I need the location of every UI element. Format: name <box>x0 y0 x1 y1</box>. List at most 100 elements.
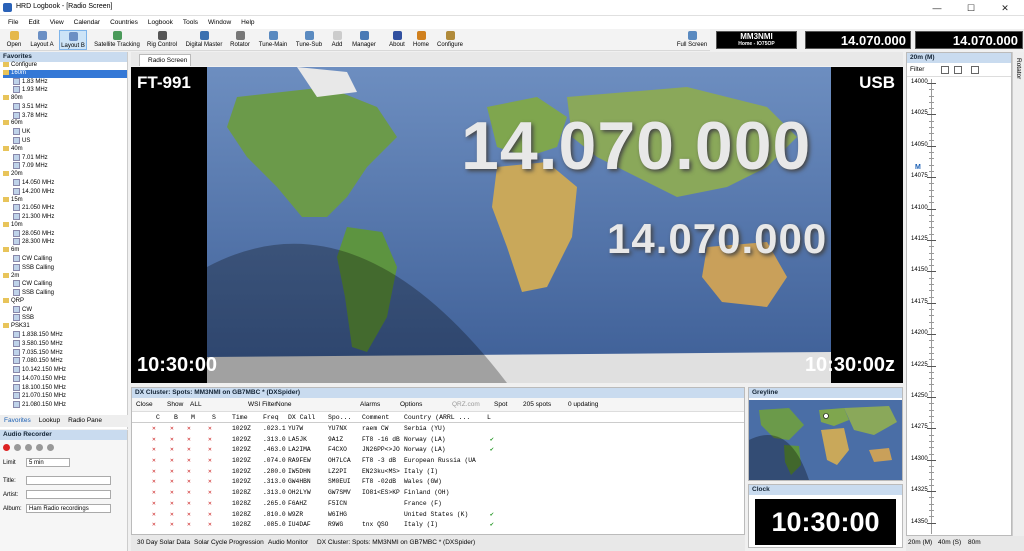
menu-item-edit[interactable]: Edit <box>28 19 39 26</box>
dx-column-header[interactable]: M <box>191 414 195 421</box>
favorite-folder[interactable]: 6m <box>3 247 127 255</box>
close-spots-button[interactable]: Close <box>136 401 153 408</box>
favorite-frequency[interactable]: 7.080.150 MHz <box>3 357 127 366</box>
menu-item-file[interactable]: File <box>8 19 18 26</box>
favorite-folder[interactable]: 2m <box>3 273 127 281</box>
dx-spot-row[interactable]: ✕ ✕ ✕ ✕ 1029Z .313.0 GW4HBN SM0EUI FT8 -02dB Wale… <box>132 476 744 487</box>
show-filter-select[interactable]: ALL <box>190 401 202 408</box>
rotator-button[interactable]: Rotator <box>227 30 253 50</box>
artist-input[interactable] <box>26 490 111 499</box>
favorite-frequency[interactable]: 28.300 MHz <box>3 238 127 247</box>
digital-master-button[interactable]: Digital Master <box>183 30 225 50</box>
limit-select[interactable]: 5 min <box>26 458 70 467</box>
tab-band-0[interactable]: 20m (M) <box>908 539 932 546</box>
favorite-folder[interactable]: 10m <box>3 222 127 230</box>
tab-favorites[interactable]: Favorites <box>4 415 31 427</box>
layout-b-button[interactable]: Layout B <box>59 30 87 50</box>
favorite-frequency[interactable]: 1.838.150 MHz <box>3 331 127 340</box>
rotator-side-tab[interactable]: Rotator <box>1012 52 1024 536</box>
maximize-button[interactable]: ☐ <box>954 0 988 16</box>
band-filter-button[interactable]: Filter <box>910 66 924 73</box>
bottom-tab-1[interactable]: Solar Cycle Progression <box>194 539 264 546</box>
configure-button[interactable]: Configure <box>434 30 466 50</box>
dx-column-header[interactable]: C <box>156 414 160 421</box>
bottom-tab-0[interactable]: 30 Day Solar Data <box>137 539 190 546</box>
zoom-icon[interactable] <box>941 66 949 74</box>
show-menu[interactable]: Show <box>167 401 183 408</box>
dx-column-header[interactable]: Freq <box>263 414 279 421</box>
bottom-tab-3[interactable]: DX Cluster: Spots: MM3NMI on GB7MBC * (D… <box>317 539 475 546</box>
favorite-frequency[interactable]: 7.09 MHz <box>3 162 127 171</box>
spot-button[interactable]: Spot <box>494 401 507 408</box>
menu-item-view[interactable]: View <box>50 19 64 26</box>
manager-button[interactable]: Manager <box>348 30 380 50</box>
favorite-frequency[interactable]: 18.100.150 MHz <box>3 384 127 393</box>
crop-icon[interactable] <box>954 66 962 74</box>
favorite-folder[interactable]: 20m <box>3 171 127 179</box>
full-screen-button[interactable]: Full Screen <box>674 30 710 50</box>
favorite-frequency[interactable]: 3.580.150 MHz <box>3 340 127 349</box>
favorite-folder[interactable]: 160m <box>3 69 127 78</box>
favorite-frequency[interactable]: 3.78 MHz <box>3 112 127 121</box>
favorite-frequency[interactable]: US <box>3 137 127 146</box>
add-button[interactable]: Add <box>330 30 344 50</box>
dx-column-header[interactable]: Time <box>232 414 248 421</box>
dx-spot-row[interactable]: ✕ ✕ ✕ ✕ 1029Z .463.0 LA2IMA F4CXO JN26PP<>JO Norw… <box>132 444 744 455</box>
minimize-button[interactable]: — <box>920 0 954 16</box>
dx-column-header[interactable]: S <box>212 414 216 421</box>
favorite-frequency[interactable]: 1.83 MHz <box>3 78 127 87</box>
rig-control-button[interactable]: Rig Control <box>144 30 180 50</box>
close-button[interactable]: ✕ <box>988 0 1022 16</box>
menu-item-logbook[interactable]: Logbook <box>148 19 173 26</box>
dx-spot-row[interactable]: ✕ ✕ ✕ ✕ 1029Z .313.0 LA5JK 9A1Z FT8 -16 dB Norway… <box>132 434 744 445</box>
stop-icon[interactable] <box>14 444 21 451</box>
favorite-frequency[interactable]: 14.050 MHz <box>3 179 127 188</box>
favorite-frequency[interactable]: 21.300 MHz <box>3 213 127 222</box>
tune-sub-button[interactable]: Tune-Sub <box>292 30 326 50</box>
favorite-frequency[interactable]: CW Calling <box>3 280 127 289</box>
open-button[interactable]: Open <box>4 30 24 50</box>
favorite-frequency[interactable]: 21.050 MHz <box>3 204 127 213</box>
about-button[interactable]: About <box>386 30 408 50</box>
favorite-folder[interactable]: QRP <box>3 298 127 306</box>
dx-spot-row[interactable]: ✕ ✕ ✕ ✕ 1028Z .313.0 OH2LYW GW7SMV IO81<ES>KP Fin… <box>132 487 744 498</box>
tab-band-1[interactable]: 40m (S) <box>938 539 961 546</box>
bottom-tab-2[interactable]: Audio Monitor <box>268 539 308 546</box>
favorite-frequency[interactable]: SSB Calling <box>3 264 127 273</box>
favorite-folder[interactable]: 40m <box>3 146 127 154</box>
favorite-folder[interactable]: PSK31 <box>3 323 127 331</box>
dx-spot-row[interactable]: ✕ ✕ ✕ ✕ 1028Z .810.0 W9ZR W6IHG United States (K… <box>132 509 744 520</box>
favorite-frequency[interactable]: 7.035.150 MHz <box>3 349 127 358</box>
dx-column-header[interactable]: L <box>487 414 491 421</box>
home-button[interactable]: Home <box>410 30 432 50</box>
play-icon[interactable] <box>25 444 32 451</box>
favorite-frequency[interactable]: SSB <box>3 314 127 323</box>
qrz-button[interactable]: QRZ.com <box>452 401 480 408</box>
favorite-folder[interactable]: Configure <box>3 62 127 70</box>
favorite-frequency[interactable]: 3.51 MHz <box>3 103 127 112</box>
favorite-frequency[interactable]: 14.200 MHz <box>3 188 127 197</box>
favorite-frequency[interactable]: SSB Calling <box>3 289 127 298</box>
menu-item-countries[interactable]: Countries <box>110 19 138 26</box>
settings-icon[interactable] <box>971 66 979 74</box>
favorite-frequency[interactable]: 14.070.150 MHz <box>3 375 127 384</box>
favorite-frequency[interactable]: 10.142.150 MHz <box>3 366 127 375</box>
options-button[interactable]: Options <box>400 401 422 408</box>
favorite-frequency[interactable]: 1.93 MHz <box>3 86 127 95</box>
pause-icon[interactable] <box>36 444 43 451</box>
alarms-button[interactable]: Alarms <box>360 401 380 408</box>
wsi-filter-select[interactable]: None <box>276 401 292 408</box>
dx-spot-row[interactable]: ✕ ✕ ✕ ✕ 1029Z .023.1 YU7W YU7NX raem CW Serbia (Y… <box>132 423 744 434</box>
menu-item-window[interactable]: Window <box>208 19 231 26</box>
favorite-folder[interactable]: 15m <box>3 197 127 205</box>
tab-band-2[interactable]: 80m <box>968 539 981 546</box>
favorite-frequency[interactable]: UK <box>3 128 127 137</box>
favorite-folder[interactable]: 80m <box>3 95 127 103</box>
menu-item-calendar[interactable]: Calendar <box>74 19 100 26</box>
menu-item-tools[interactable]: Tools <box>183 19 198 26</box>
favorite-frequency[interactable]: CW <box>3 306 127 315</box>
tab-lookup[interactable]: Lookup <box>39 415 60 427</box>
satellite-tracking-button[interactable]: Satellite Tracking <box>92 30 142 50</box>
dx-spot-row[interactable]: ✕ ✕ ✕ ✕ 1029Z .280.0 IW5DHN LZ2PI EN23ku<MS> Ital… <box>132 466 744 477</box>
album-input[interactable]: Ham Radio recordings <box>26 504 111 513</box>
